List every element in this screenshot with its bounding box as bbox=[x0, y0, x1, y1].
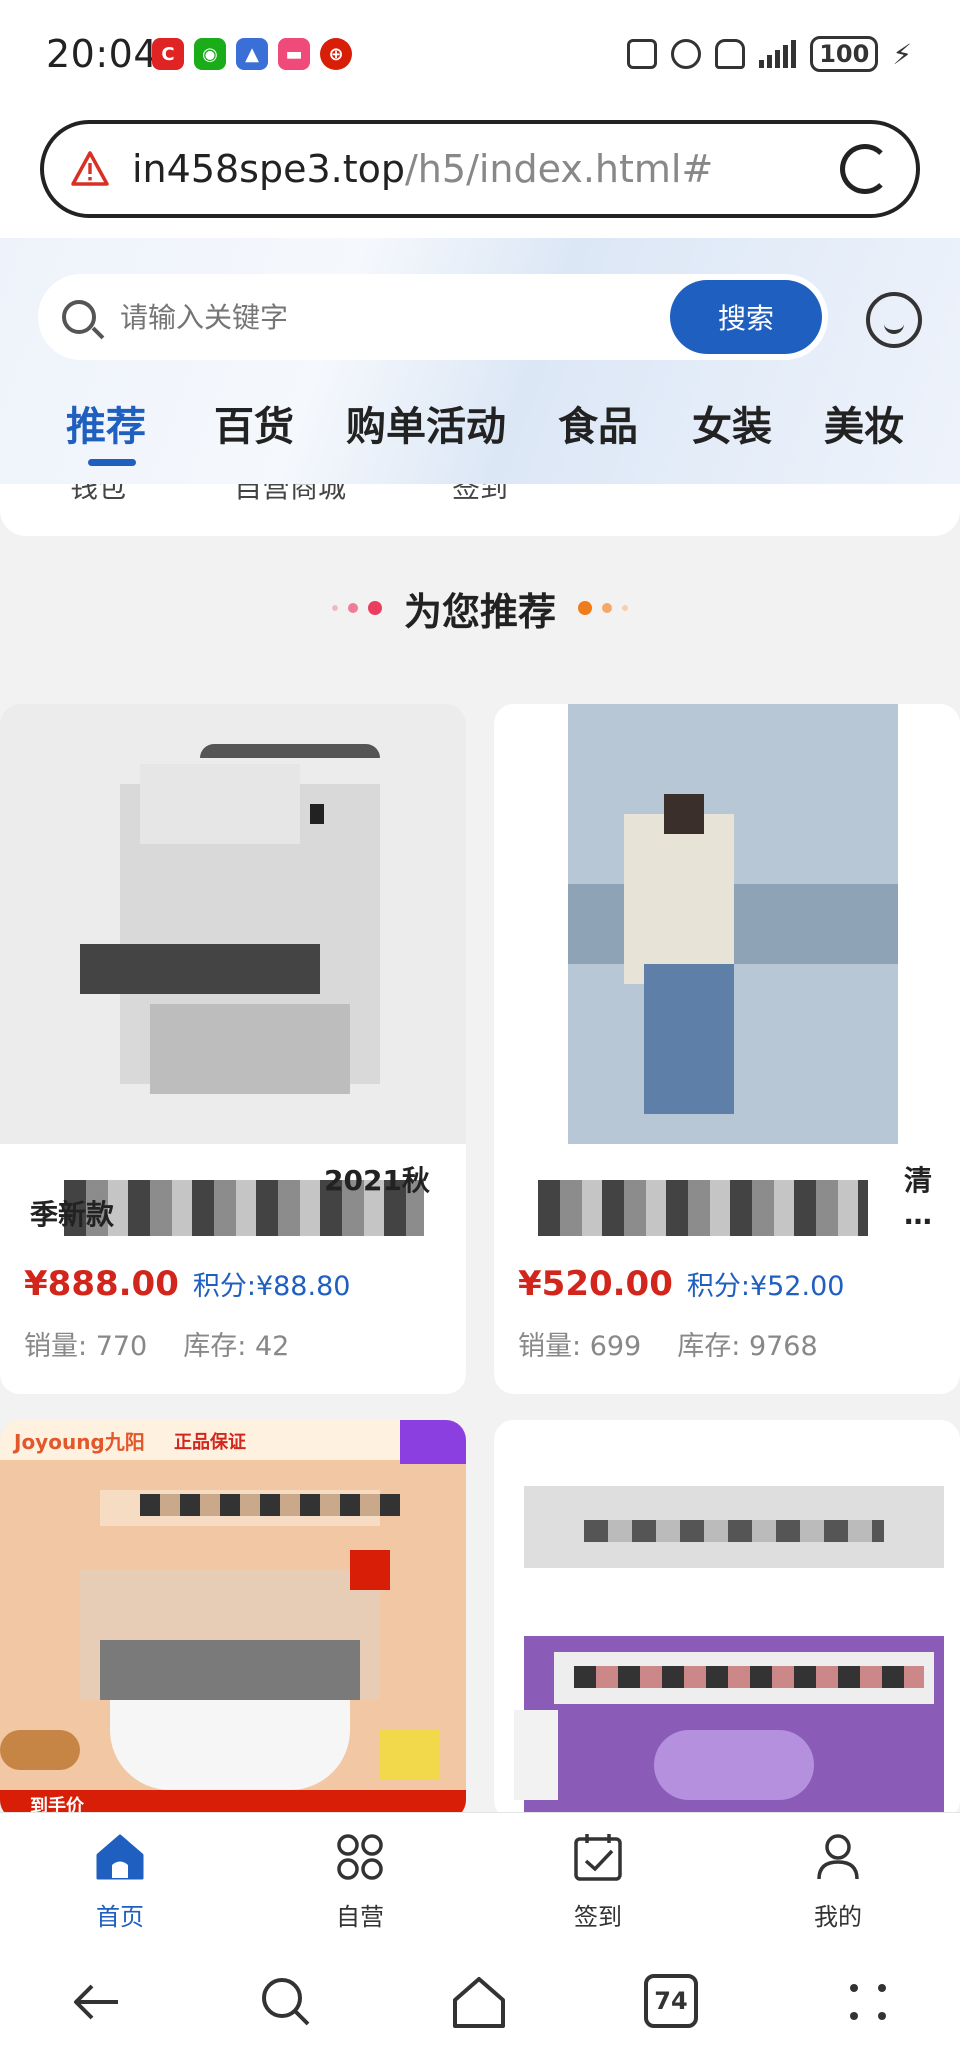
menu-icon[interactable] bbox=[840, 1974, 896, 2030]
alarm-icon bbox=[671, 39, 702, 69]
tab-beauty[interactable]: 美妆 bbox=[824, 394, 904, 452]
product-points: 积分:¥88.80 bbox=[192, 1271, 351, 1302]
product-card[interactable]: 2021秋 季新款 ¥888.00 积分:¥88.80 销量: 770 库存: … bbox=[0, 704, 466, 1394]
product-card[interactable]: Joyoung九阳 正品保证 到手价 bbox=[0, 1420, 466, 1820]
reload-icon[interactable] bbox=[840, 144, 890, 194]
stock-count: 库存: 9768 bbox=[677, 1331, 818, 1362]
status-time: 20:04 bbox=[46, 32, 159, 76]
battery-icon: 100 bbox=[810, 36, 879, 72]
status-indicators: 100 ⚡ bbox=[627, 36, 912, 72]
status-bar: 20:04 C ◉ ▲ ▬ ⊕ 100 ⚡ bbox=[0, 0, 960, 110]
page-header: 搜索 推荐 百货 购单活动 食品 女装 美妆 bbox=[0, 238, 960, 484]
product-image[interactable]: Joyoung九阳 正品保证 到手价 bbox=[0, 1420, 466, 1820]
product-points: 积分:¥52.00 bbox=[686, 1271, 845, 1302]
tab-mine[interactable]: 我的 bbox=[778, 1831, 898, 1932]
search-input[interactable] bbox=[120, 300, 620, 334]
tab-mine-label: 我的 bbox=[814, 1903, 862, 1931]
price-row: ¥888.00 积分:¥88.80 bbox=[24, 1264, 350, 1304]
calendar-check-icon bbox=[574, 1834, 622, 1881]
tab-recommend[interactable]: 推荐 bbox=[66, 394, 146, 452]
product-price: ¥520.00 bbox=[518, 1264, 673, 1304]
app-icon-4: ▬ bbox=[278, 38, 310, 70]
product-image[interactable] bbox=[0, 704, 466, 1144]
sales-count: 销量: 770 bbox=[24, 1331, 148, 1362]
warning-icon[interactable] bbox=[70, 149, 110, 189]
tab-home[interactable]: 首页 bbox=[60, 1831, 180, 1932]
wechat-icon: ◉ bbox=[194, 38, 226, 70]
tab-home-label: 首页 bbox=[96, 1903, 144, 1931]
url-path: /h5/index.html# bbox=[405, 147, 714, 191]
c-app-icon: C bbox=[152, 38, 184, 70]
search-icon bbox=[62, 300, 96, 334]
section-title: 为您推荐 bbox=[0, 578, 960, 638]
shortcut-wallet[interactable]: 钱包 bbox=[70, 484, 126, 506]
grid-icon bbox=[337, 1834, 383, 1880]
browser-toolbar: in458spe3.top/h5/index.html# bbox=[0, 110, 960, 238]
brand-logo: Joyoung九阳 bbox=[14, 1430, 145, 1454]
product-meta: 销量: 699 库存: 9768 bbox=[518, 1324, 818, 1363]
product-card[interactable] bbox=[494, 1420, 960, 1820]
product-image[interactable] bbox=[494, 1420, 960, 1820]
app-icon-3: ▲ bbox=[236, 38, 268, 70]
message-icon[interactable] bbox=[866, 292, 922, 348]
product-price: ¥888.00 bbox=[24, 1264, 179, 1304]
back-icon[interactable] bbox=[68, 1974, 124, 2030]
search-bar[interactable]: 搜索 bbox=[38, 274, 828, 360]
home-icon[interactable] bbox=[450, 1974, 508, 2030]
shortcut-card-remnant: 钱包 自营商城 签到 bbox=[0, 484, 960, 536]
active-tab-indicator bbox=[88, 459, 136, 466]
quality-badge: 正品保证 bbox=[174, 1432, 246, 1453]
url-text[interactable]: in458spe3.top/h5/index.html# bbox=[132, 147, 713, 191]
product-image[interactable] bbox=[494, 704, 960, 1144]
tab-self-operated-label: 自营 bbox=[336, 1903, 384, 1931]
notification-icons: C ◉ ▲ ▬ ⊕ bbox=[152, 38, 352, 70]
browser-nav-bar: 74 bbox=[0, 1934, 960, 2072]
sales-count: 销量: 699 bbox=[518, 1331, 642, 1362]
user-icon bbox=[817, 1834, 859, 1880]
shortcut-self-mall[interactable]: 自营商城 bbox=[234, 484, 346, 506]
search-button[interactable]: 搜索 bbox=[670, 280, 822, 354]
tab-womens-clothing[interactable]: 女装 bbox=[692, 394, 772, 452]
url-host: in458spe3.top bbox=[132, 147, 405, 191]
address-bar[interactable]: in458spe3.top/h5/index.html# bbox=[40, 120, 920, 218]
category-tabs: 推荐 百货 购单活动 食品 女装 美妆 bbox=[0, 386, 960, 466]
tab-general-goods[interactable]: 百货 bbox=[214, 394, 294, 452]
tab-checkin-label: 签到 bbox=[574, 1903, 622, 1931]
charging-icon: ⚡ bbox=[892, 37, 912, 71]
shortcut-checkin[interactable]: 签到 bbox=[452, 484, 508, 506]
right-dots bbox=[578, 601, 628, 615]
tabs-count-button[interactable]: 74 bbox=[644, 1974, 698, 2028]
search-icon[interactable] bbox=[258, 1974, 314, 2030]
left-dots bbox=[331, 601, 382, 615]
signal-icon bbox=[759, 40, 797, 68]
nfc-icon bbox=[627, 39, 658, 69]
tab-self-operated[interactable]: 自营 bbox=[300, 1831, 420, 1932]
tab-food[interactable]: 食品 bbox=[558, 394, 638, 452]
bottom-tab-bar: 首页 自营 签到 我的 bbox=[0, 1812, 960, 1934]
product-meta: 销量: 770 库存: 42 bbox=[24, 1324, 289, 1363]
stock-count: 库存: 42 bbox=[183, 1331, 290, 1362]
tab-purchase-activity[interactable]: 购单活动 bbox=[346, 394, 506, 452]
section-title-text: 为您推荐 bbox=[403, 589, 556, 634]
tab-checkin[interactable]: 签到 bbox=[538, 1831, 658, 1932]
price-row: ¥520.00 积分:¥52.00 bbox=[518, 1264, 844, 1304]
product-card[interactable]: 清 … ¥520.00 积分:¥52.00 销量: 699 库存: 9768 bbox=[494, 704, 960, 1394]
mute-icon bbox=[715, 39, 746, 69]
bank-icon: ⊕ bbox=[320, 38, 352, 70]
home-icon bbox=[96, 1834, 144, 1880]
